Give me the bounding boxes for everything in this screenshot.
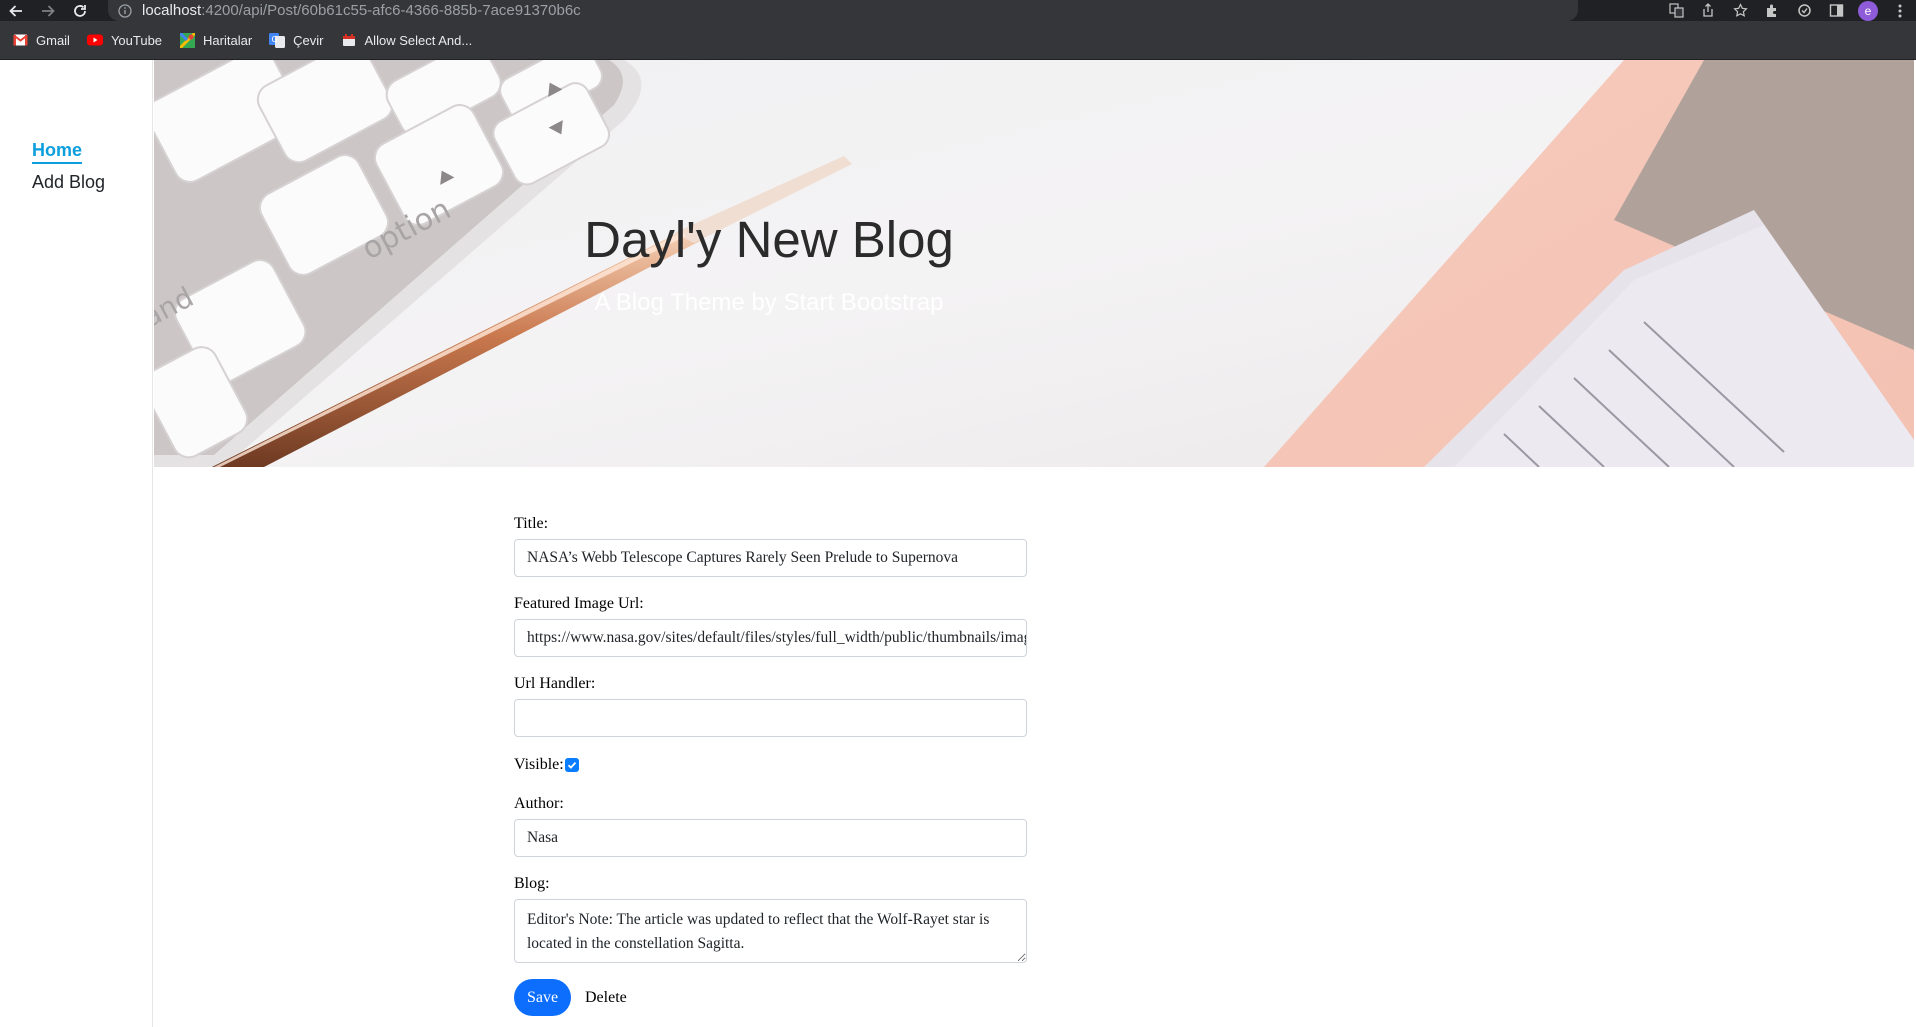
svg-text:G: G: [272, 35, 278, 44]
sync-extension-icon[interactable]: [1788, 0, 1820, 21]
url-handler-label: Url Handler:: [514, 675, 596, 692]
reload-icon[interactable]: [64, 0, 96, 21]
form-actions: Save Delete: [514, 979, 1027, 1016]
blog-label: Blog:: [514, 875, 550, 892]
sidebar-item-home[interactable]: Home: [32, 140, 83, 164]
bookmark-label: Çevir: [293, 32, 324, 48]
author-label: Author:: [514, 795, 564, 812]
translate-icon: G: [269, 32, 286, 48]
save-button[interactable]: Save: [514, 979, 571, 1016]
url-handler-input[interactable]: [514, 699, 1027, 737]
author-input[interactable]: Nasa: [514, 819, 1027, 857]
sidebar: Home Add Blog: [0, 60, 153, 1027]
title-input[interactable]: NASA’s Webb Telescope Captures Rarely Se…: [514, 539, 1027, 577]
url-host: localhost: [142, 2, 202, 19]
checkmark-icon: [567, 761, 576, 769]
title-label: Title:: [514, 515, 549, 532]
bookmark-maps[interactable]: Haritalar: [179, 32, 252, 48]
menu-kebab-icon[interactable]: [1884, 0, 1916, 21]
visible-checkbox[interactable]: [564, 758, 579, 772]
back-icon[interactable]: [0, 0, 32, 21]
sidebar-item-add-blog[interactable]: Add Blog: [32, 172, 105, 193]
visible-row: Visible:: [514, 755, 1027, 775]
side-panel-icon[interactable]: [1820, 0, 1852, 21]
translate-page-icon[interactable]: [1660, 0, 1692, 21]
edit-post-form: Title: NASA’s Webb Telescope Captures Ra…: [514, 515, 1027, 1016]
bookmark-translate[interactable]: G Çevir: [269, 32, 324, 48]
bookmark-youtube[interactable]: YouTube: [86, 32, 163, 48]
bookmark-star-icon[interactable]: [1724, 0, 1756, 21]
maps-icon: [179, 32, 195, 48]
share-icon[interactable]: [1692, 0, 1724, 21]
hero-banner: option and Dayl'y New Blog A Blog Theme …: [154, 60, 1914, 467]
page-title: Dayl'y New Blog: [584, 211, 954, 268]
browser-toolbar: localhost:4200/api/Post/60b61c55-afc6-43…: [0, 0, 1916, 21]
address-bar[interactable]: localhost:4200/api/Post/60b61c55-afc6-43…: [108, 0, 1578, 21]
extension-favicon-icon: [341, 32, 357, 48]
bookmark-label: Allow Select And...: [364, 32, 473, 48]
youtube-icon: [86, 32, 103, 48]
avatar: e: [1858, 0, 1878, 21]
bookmark-allow-select[interactable]: Allow Select And...: [341, 32, 473, 48]
gmail-icon: [12, 32, 28, 48]
profile-button[interactable]: e: [1852, 0, 1884, 21]
forward-icon[interactable]: [32, 0, 64, 21]
extensions-icon[interactable]: [1756, 0, 1788, 21]
delete-button[interactable]: Delete: [585, 989, 627, 1007]
featured-image-label: Featured Image Url:: [514, 595, 644, 612]
page-subtitle: A Blog Theme by Start Bootstrap: [594, 289, 944, 316]
blog-textarea[interactable]: Editor's Note: The article was updated t…: [514, 899, 1027, 963]
featured-image-input[interactable]: https://www.nasa.gov/sites/default/files…: [514, 619, 1027, 657]
bookmark-gmail[interactable]: Gmail: [12, 32, 70, 48]
bookmark-label: Gmail: [36, 32, 70, 48]
site-info-icon[interactable]: [118, 3, 132, 18]
visible-label: Visible:: [514, 756, 564, 773]
url-path: :4200/api/Post/60b61c55-afc6-4366-885b-7…: [201, 2, 581, 19]
bookmarks-bar: Gmail YouTube Haritalar G Çevir Allow Se…: [0, 21, 1916, 60]
bookmark-label: Haritalar: [203, 32, 253, 48]
bookmark-label: YouTube: [110, 32, 163, 48]
